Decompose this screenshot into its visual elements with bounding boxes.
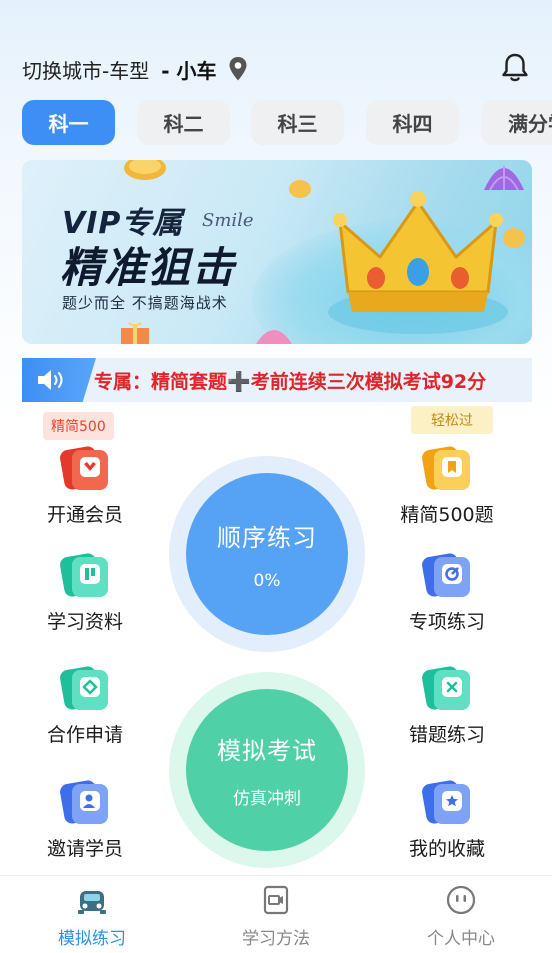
subject-tabs: 科一 科二 科三 科四 满分学习 (22, 100, 552, 146)
vip-card-icon (60, 446, 108, 490)
nav-label-personal-center: 个人中心 (427, 929, 495, 949)
badge-simplified-500: 精简500 (43, 412, 114, 440)
label-simplified-500: 精简500题 (400, 504, 494, 526)
switch-city-label[interactable]: 切换城市-车型 (22, 55, 149, 84)
tab-subject-two[interactable]: 科二 (137, 100, 230, 145)
notice-bar[interactable]: 专属：精简套题➕考前连续三次模拟考试92分 (22, 358, 532, 402)
bottom-nav: 模拟练习 学习方法 个人中心 (0, 875, 552, 953)
tab-subject-three[interactable]: 科三 (251, 100, 344, 145)
coin-icon (503, 228, 525, 248)
tab-subject-one[interactable]: 科一 (22, 100, 115, 145)
video-doc-icon (263, 885, 289, 915)
label-vip-membership: 开通会员 (46, 504, 123, 526)
nav-personal-center[interactable]: 个人中心 (391, 884, 531, 949)
vip-banner[interactable]: VIP专属 Smile 精准狙击 题少而全 不搞题海战术 (22, 160, 532, 344)
cooperation-icon (60, 666, 108, 710)
notice-text-part1: 专属：精简套题 (94, 371, 228, 393)
sequential-practice-title: 顺序练习 (217, 523, 317, 552)
mock-exam-subtitle: 仿真冲刺 (233, 789, 301, 809)
car-type-label[interactable]: - 小车 (161, 55, 216, 84)
notice-text-part2: 考前连续三次模拟考试92分 (250, 371, 487, 393)
favorite-folder-icon (422, 780, 470, 824)
grid-item-cooperation[interactable]: 合作申请 (20, 664, 150, 747)
label-wrong-questions: 错题练习 (408, 724, 485, 746)
badge-easy-pass: 轻松过 (411, 406, 493, 434)
grid-item-invite-student[interactable]: 邀请学员 (20, 778, 150, 861)
study-material-icon (60, 553, 108, 597)
label-special-practice: 专项练习 (408, 611, 485, 633)
coin-icon (124, 160, 166, 180)
tab-full-score[interactable]: 满分学习 (481, 100, 552, 145)
bell-icon[interactable] (500, 52, 530, 84)
label-cooperation: 合作申请 (46, 724, 123, 746)
mock-exam-button[interactable]: 模拟考试 仿真冲刺 (169, 672, 365, 868)
label-study-material: 学习资料 (46, 611, 123, 633)
label-my-favorites: 我的收藏 (408, 838, 485, 860)
grid-item-special-practice[interactable]: 专项练习 (382, 551, 512, 634)
grid-item-vip-membership[interactable]: 开通会员 (20, 444, 150, 527)
nav-mock-practice[interactable]: 模拟练习 (22, 884, 162, 949)
crown-icon (328, 191, 508, 334)
sequential-practice-button[interactable]: 顺序练习 0% (169, 456, 365, 652)
wrong-question-icon (422, 666, 470, 710)
gift-icon (121, 322, 149, 344)
nav-label-mock-practice: 模拟练习 (58, 929, 126, 949)
notice-text: 专属：精简套题➕考前连续三次模拟考试92分 (94, 367, 486, 394)
grid-item-wrong-questions[interactable]: 错题练习 (382, 664, 512, 747)
grid-item-study-material[interactable]: 学习资料 (20, 551, 150, 634)
invite-user-icon (60, 780, 108, 824)
car-icon (78, 891, 106, 914)
sequential-practice-inner: 顺序练习 0% (186, 473, 348, 635)
label-invite-student: 邀请学员 (46, 838, 123, 860)
sequential-practice-progress: 0% (253, 570, 281, 591)
tab-subject-four[interactable]: 科四 (366, 100, 459, 145)
target-icon (422, 553, 470, 597)
speaker-icon (38, 370, 63, 390)
notice-plus: ➕ (227, 371, 251, 393)
banner-subtitle: 题少而全 不搞题海战术 (62, 294, 228, 312)
location-pin-icon[interactable] (228, 56, 248, 82)
grid-item-simplified-500[interactable]: 精简500题 (382, 444, 512, 527)
mock-exam-title: 模拟考试 (217, 737, 317, 765)
nav-study-method[interactable]: 学习方法 (206, 884, 346, 949)
smiley-icon (446, 885, 476, 915)
banner-script-text: Smile (202, 210, 254, 231)
shell-icon (256, 330, 292, 344)
grid-item-my-favorites[interactable]: 我的收藏 (382, 778, 512, 861)
coin-icon (289, 180, 311, 198)
banner-title-main: 精准狙击 (60, 243, 237, 292)
header: 切换城市-车型 - 小车 (22, 52, 532, 86)
nav-label-study-method: 学习方法 (242, 929, 310, 949)
bookmark-card-icon (422, 446, 470, 490)
mock-exam-inner: 模拟考试 仿真冲刺 (186, 689, 348, 851)
